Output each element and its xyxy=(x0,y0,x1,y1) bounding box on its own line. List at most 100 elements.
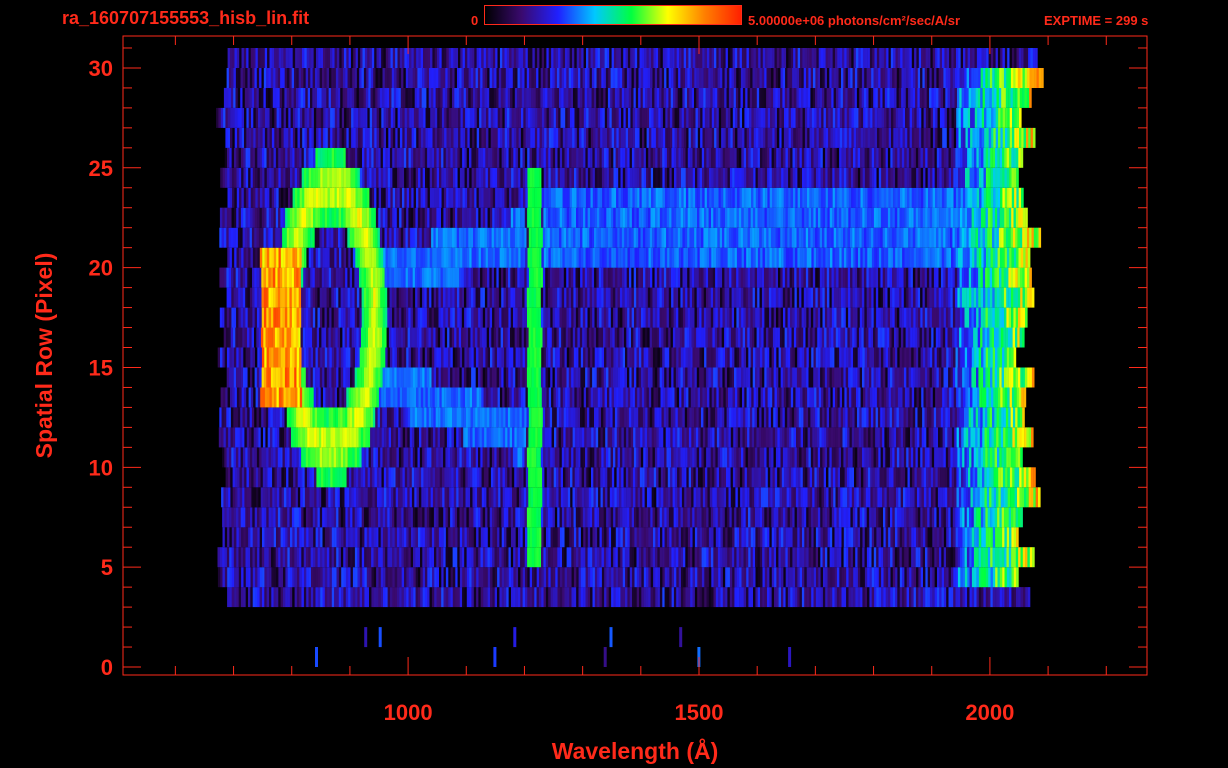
heatmap-cell xyxy=(251,407,255,428)
heatmap-cell xyxy=(773,347,777,368)
heatmap-cell xyxy=(373,347,377,368)
heatmap-cell xyxy=(587,527,591,548)
heatmap-cell xyxy=(510,327,513,348)
heatmap-cell xyxy=(278,587,281,608)
heatmap-cell xyxy=(687,507,691,528)
heatmap-cell xyxy=(454,447,458,468)
heatmap-cell xyxy=(324,367,327,388)
heatmap-cell xyxy=(650,587,654,608)
heatmap-cell xyxy=(928,427,932,448)
heatmap-cell xyxy=(1013,587,1017,608)
heatmap-cell xyxy=(735,427,739,448)
heatmap-cell xyxy=(865,427,869,448)
heatmap-cell xyxy=(532,527,535,548)
heatmap-cell xyxy=(657,567,661,588)
heatmap-cell xyxy=(550,567,554,588)
heatmap-cell xyxy=(867,387,871,408)
heatmap-cell xyxy=(497,587,500,608)
heatmap-cell xyxy=(747,427,750,448)
heatmap-cell xyxy=(980,367,984,388)
heatmap-cell xyxy=(759,447,763,468)
heatmap-cell xyxy=(273,447,276,468)
heatmap-cell xyxy=(864,447,867,468)
heatmap-cell xyxy=(286,467,289,488)
heatmap-cell xyxy=(443,507,446,528)
heatmap-cell xyxy=(499,387,503,408)
heatmap-cell xyxy=(575,367,579,388)
heatmap-cell xyxy=(869,587,872,608)
heatmap-cell xyxy=(482,367,486,388)
heatmap-cell xyxy=(656,327,660,348)
heatmap-cell xyxy=(666,367,670,388)
heatmap-cell xyxy=(387,587,391,608)
heatmap-cell xyxy=(867,347,870,368)
heatmap-cell xyxy=(725,527,728,548)
heatmap-cell xyxy=(685,527,689,548)
heatmap-cell xyxy=(295,487,299,508)
heatmap-cell xyxy=(632,467,636,488)
heatmap-cell xyxy=(368,507,372,528)
heatmap-cell xyxy=(763,467,766,488)
heatmap-cell xyxy=(436,507,439,528)
heatmap-cell xyxy=(308,507,311,528)
heatmap-cell xyxy=(297,467,301,488)
heatmap-cell xyxy=(776,567,779,588)
heatmap-cell xyxy=(974,387,978,408)
heatmap-cell xyxy=(827,567,831,588)
heatmap-cell xyxy=(757,567,761,588)
heatmap-cell xyxy=(555,587,558,608)
heatmap-cell xyxy=(685,447,688,468)
heatmap-cell xyxy=(990,507,993,528)
heatmap-cell xyxy=(328,487,331,508)
heatmap-cell xyxy=(598,467,601,488)
heatmap-cell xyxy=(222,507,225,528)
heatmap-cell xyxy=(995,587,998,608)
heatmap-cell xyxy=(380,367,383,388)
heatmap-cell xyxy=(871,507,874,528)
heatmap-cell xyxy=(560,387,563,408)
heatmap-cell xyxy=(573,367,577,388)
heatmap-cell xyxy=(570,467,573,488)
heatmap-cell xyxy=(460,387,463,408)
heatmap-cell xyxy=(329,527,333,548)
heatmap-cell xyxy=(300,327,304,348)
heatmap-cell xyxy=(434,347,437,368)
heatmap-cell xyxy=(840,467,843,488)
heatmap-cell xyxy=(437,427,441,448)
heatmap-cell xyxy=(835,387,838,408)
heatmap-cell xyxy=(700,427,704,448)
heatmap-cell xyxy=(540,327,543,348)
heatmap-cell xyxy=(678,567,682,588)
heatmap-cell xyxy=(491,427,494,448)
heatmap-cell xyxy=(526,327,529,348)
heatmap-cell xyxy=(479,327,483,348)
heatmap-cell xyxy=(817,367,821,388)
heatmap-cell xyxy=(619,407,623,428)
heatmap-cell xyxy=(260,427,264,448)
heatmap-cell xyxy=(591,427,594,448)
heatmap-cell xyxy=(994,547,998,568)
heatmap-cell xyxy=(1026,487,1029,508)
heatmap-cell xyxy=(308,347,312,368)
heatmap-cell xyxy=(935,327,939,348)
heatmap-cell xyxy=(771,567,775,588)
heatmap-cell xyxy=(324,587,328,608)
heatmap-cell xyxy=(375,547,379,568)
heatmap-cell xyxy=(675,447,679,468)
heatmap-cell xyxy=(286,487,289,508)
heatmap-cell xyxy=(458,467,461,488)
heatmap-cell xyxy=(546,527,549,548)
heatmap-cell xyxy=(270,327,273,348)
heatmap-cell xyxy=(941,547,944,568)
heatmap-cell xyxy=(487,567,491,588)
heatmap-cell xyxy=(901,447,905,468)
heatmap-cell xyxy=(865,487,869,508)
heatmap-cell xyxy=(235,487,238,508)
heatmap-cell xyxy=(811,387,815,408)
heatmap-cell xyxy=(636,567,640,588)
heatmap-cell xyxy=(662,347,665,368)
heatmap-cell xyxy=(706,587,710,608)
heatmap-cell xyxy=(969,367,972,388)
heatmap-cell xyxy=(942,327,946,348)
heatmap-cell xyxy=(941,507,944,528)
